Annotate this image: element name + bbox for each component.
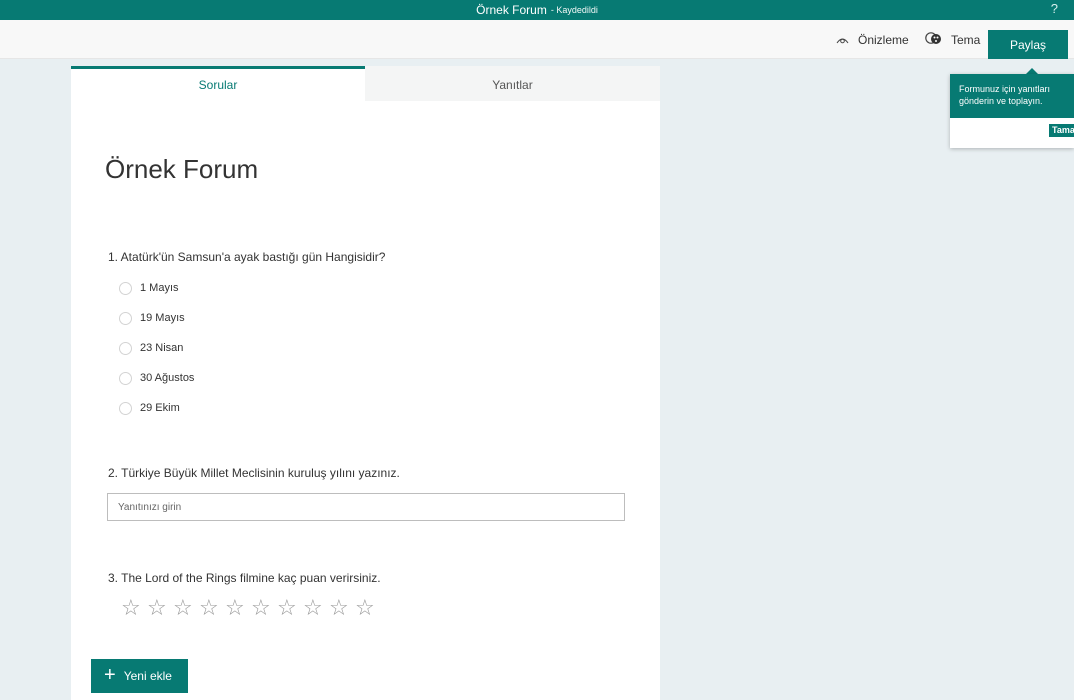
question-2-text[interactable]: 2. Türkiye Büyük Millet Meclisinin kurul… (108, 466, 400, 480)
radio-button[interactable] (119, 401, 132, 415)
star-icon[interactable]: ☆ (225, 597, 251, 619)
star-icon[interactable]: ☆ (173, 597, 199, 619)
star-icon[interactable]: ☆ (251, 597, 277, 619)
star-icon[interactable]: ☆ (147, 597, 173, 619)
share-button[interactable]: Paylaş (988, 30, 1068, 59)
callout-text-line-1: Formunuz için yanıtları (959, 84, 1051, 94)
choice-label: 30 Ağustos (140, 372, 195, 384)
form-name-title: Örnek Forum (476, 3, 547, 17)
question-1-text[interactable]: 1. Atatürk'ün Samsun'a ayak bastığı gün … (108, 250, 385, 264)
question-3-text[interactable]: 3. The Lord of the Rings filmine kaç pua… (108, 571, 381, 585)
share-callout: Formunuz için yanıtları gönderin ve topl… (950, 74, 1074, 148)
star-rating[interactable]: ☆ ☆ ☆ ☆ ☆ ☆ ☆ ☆ ☆ ☆ (121, 597, 381, 619)
star-icon[interactable]: ☆ (303, 597, 329, 619)
form-title[interactable]: Örnek Forum (105, 154, 258, 185)
choice-option[interactable]: 30 Ağustos (119, 371, 194, 385)
choice-option[interactable]: 1 Mayıs (119, 281, 179, 295)
help-icon[interactable]: ? (1051, 1, 1058, 16)
star-icon[interactable]: ☆ (329, 597, 355, 619)
choice-option[interactable]: 29 Ekim (119, 401, 180, 415)
choice-option[interactable]: 23 Nisan (119, 341, 183, 355)
star-icon[interactable]: ☆ (355, 597, 381, 619)
callout-message: Formunuz için yanıtları gönderin ve topl… (950, 74, 1074, 118)
answer-input[interactable] (107, 493, 625, 521)
choice-label: 19 Mayıs (140, 312, 185, 324)
callout-ok-button[interactable]: Tamam (1049, 124, 1074, 137)
choice-label: 1 Mayıs (140, 282, 179, 294)
star-icon[interactable]: ☆ (277, 597, 303, 619)
choice-label: 29 Ekim (140, 402, 180, 414)
preview-button[interactable]: Önizleme (836, 20, 909, 59)
radio-button[interactable] (119, 281, 132, 295)
eye-icon (836, 38, 849, 43)
star-icon[interactable]: ☆ (199, 597, 225, 619)
toolbar: Önizleme Tema (0, 20, 1074, 59)
save-status: - Kaydedildi (550, 5, 598, 15)
star-icon[interactable]: ☆ (121, 597, 147, 619)
radio-button[interactable] (119, 371, 132, 385)
callout-text-line-2: gönderin ve toplayın. (959, 96, 1043, 106)
radio-button[interactable] (119, 311, 132, 325)
title-bar: Örnek Forum - Kaydedildi ? (0, 0, 1074, 20)
theme-button[interactable]: Tema (925, 20, 980, 59)
theme-label: Tema (951, 32, 981, 47)
add-new-label: Yeni ekle (123, 669, 172, 683)
plus-icon: + (104, 663, 116, 686)
tab-responses[interactable]: Yanıtlar (365, 66, 660, 101)
add-new-button[interactable]: + Yeni ekle (91, 659, 188, 693)
radio-button[interactable] (119, 341, 132, 355)
form-tabs: Sorular Yanıtlar (71, 66, 660, 101)
choice-option[interactable]: 19 Mayıs (119, 311, 185, 325)
choice-label: 23 Nisan (140, 342, 184, 354)
preview-label: Önizleme (858, 32, 909, 47)
form-editor-card: Örnek Forum 1. Atatürk'ün Samsun'a ayak … (71, 101, 660, 700)
palette-icon (925, 32, 941, 44)
tab-questions[interactable]: Sorular (71, 66, 365, 101)
